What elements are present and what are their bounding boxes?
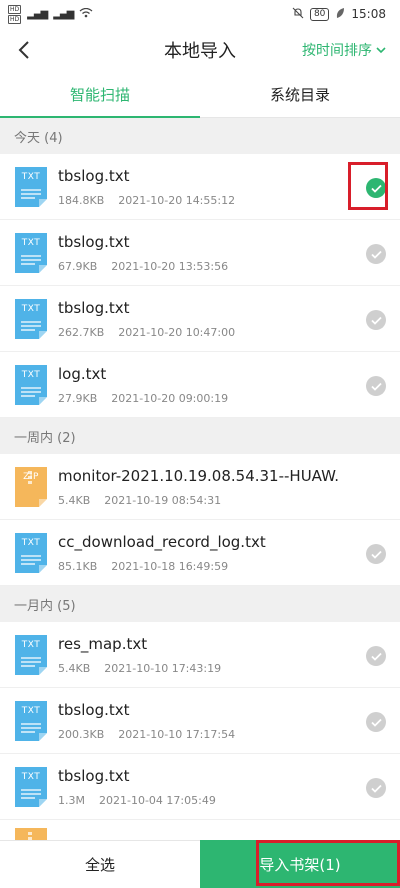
file-row[interactable]: TXT log.txt 27.9KB 2021-10-20 09:00:19 xyxy=(0,352,400,418)
file-meta: 200.3KB 2021-10-10 17:17:54 xyxy=(58,728,235,741)
file-type-label: TXT xyxy=(21,304,41,314)
file-row[interactable]: TXT cc_download_record_log.txt 85.1KB 2021-… xyxy=(0,520,400,586)
txt-file-icon: TXT xyxy=(15,701,47,741)
file-size: 5.4KB xyxy=(58,662,91,675)
chevron-left-icon xyxy=(18,41,29,59)
file-meta: 85.1KB 2021-10-18 16:49:59 xyxy=(58,560,228,573)
clock-time: 15:08 xyxy=(351,7,386,21)
file-size: 67.9KB xyxy=(58,260,98,273)
txt-file-icon: TXT xyxy=(15,767,47,807)
file-row[interactable]: TXT tbslog.txt 184.8KB 2021-10-20 14:55:12 xyxy=(0,154,400,220)
leaf-icon xyxy=(335,7,345,22)
file-meta: 5.4KB 2021-10-10 17:43:19 xyxy=(58,662,221,675)
battery-icon: 80 xyxy=(309,7,330,21)
file-date: 2021-10-20 09:00:19 xyxy=(111,392,229,405)
signal-icon-2: ▂▄▆ xyxy=(53,8,74,20)
app-header: 本地导入 按时间排序 xyxy=(0,28,400,72)
file-meta: 27.9KB 2021-10-20 09:00:19 xyxy=(58,392,228,405)
file-size: 5.4KB xyxy=(58,494,91,507)
file-size: 1.3M xyxy=(58,794,85,807)
unchecked-icon[interactable] xyxy=(366,376,386,396)
back-button[interactable] xyxy=(8,34,40,66)
file-row[interactable]: TXT res_map.txt 5.4KB 2021-10-10 17:43:19 xyxy=(0,622,400,688)
import-to-shelf-button[interactable]: 导入书架(1) xyxy=(200,840,400,888)
file-name: cc_download_record_log.txt xyxy=(58,533,266,551)
file-date: 2021-10-20 14:55:12 xyxy=(118,194,236,207)
unchecked-icon[interactable] xyxy=(366,544,386,564)
file-name: tbslog.txt xyxy=(58,701,130,719)
file-row[interactable]: TXT tbslog.txt 200.3KB 2021-10-10 17:17:54 xyxy=(0,688,400,754)
signal-icon: ▂▄▆ xyxy=(27,8,48,20)
file-meta: 5.4KB 2021-10-19 08:54:31 xyxy=(58,494,221,507)
file-name: tbslog.txt xyxy=(58,299,130,317)
file-size: 85.1KB xyxy=(58,560,98,573)
file-type-label: TXT xyxy=(21,172,41,182)
tab-bar: 智能扫描 系统目录 xyxy=(0,72,400,118)
file-date: 2021-10-04 17:05:49 xyxy=(98,794,216,807)
sort-label: 按时间排序 xyxy=(302,43,372,59)
unchecked-icon[interactable] xyxy=(366,310,386,330)
unchecked-icon[interactable] xyxy=(366,646,386,666)
file-date: 2021-10-18 16:49:59 xyxy=(111,560,229,573)
unchecked-icon[interactable] xyxy=(366,778,386,798)
file-size: 184.8KB xyxy=(58,194,105,207)
import-label: 导入书架(1) xyxy=(259,855,341,874)
file-row[interactable]: TXT tbslog.txt 1.3M 2021-10-04 17:05:49 xyxy=(0,754,400,820)
section-header: 一月内 (5) xyxy=(0,586,400,622)
chevron-down-icon xyxy=(376,47,386,54)
section-header: 一周内 (2) xyxy=(0,418,400,454)
txt-file-icon: TXT xyxy=(15,233,47,273)
file-date: 2021-10-20 13:53:56 xyxy=(111,260,229,273)
file-row-partial[interactable] xyxy=(0,820,400,840)
file-name: tbslog.txt xyxy=(58,233,130,251)
file-date: 2021-10-10 17:17:54 xyxy=(118,728,236,741)
file-row[interactable]: TXT tbslog.txt 262.7KB 2021-10-20 10:47:00 xyxy=(0,286,400,352)
status-bar: HD HD ▂▄▆ ▂▄▆ 80 15:08 xyxy=(0,0,400,28)
sort-button[interactable]: 按时间排序 xyxy=(302,40,386,60)
mute-icon xyxy=(292,7,304,22)
txt-file-icon: TXT xyxy=(15,365,47,405)
select-all-button[interactable]: 全选 xyxy=(0,840,200,888)
file-meta: 1.3M 2021-10-04 17:05:49 xyxy=(58,794,216,807)
file-type-label: TXT xyxy=(21,706,41,716)
tab-smart-scan[interactable]: 智能扫描 xyxy=(0,72,200,118)
file-type-label: TXT xyxy=(21,238,41,248)
txt-file-icon: TXT xyxy=(15,635,47,675)
hd-indicator: HD HD xyxy=(8,4,22,24)
wifi-icon xyxy=(79,7,93,21)
file-name: tbslog.txt xyxy=(58,767,130,785)
file-type-label: TXT xyxy=(21,370,41,380)
txt-file-icon: TXT xyxy=(15,533,47,573)
file-name: tbslog.txt xyxy=(58,167,130,185)
file-name: log.txt xyxy=(58,365,107,383)
zip-file-icon: ZIP xyxy=(15,467,47,507)
file-date: 2021-10-20 10:47:00 xyxy=(118,326,236,339)
txt-file-icon: TXT xyxy=(15,299,47,339)
file-size: 27.9KB xyxy=(58,392,98,405)
file-date: 2021-10-10 17:43:19 xyxy=(104,662,222,675)
file-row[interactable]: TXT tbslog.txt 67.9KB 2021-10-20 13:53:56 xyxy=(0,220,400,286)
file-type-label: TXT xyxy=(21,772,41,782)
file-size: 262.7KB xyxy=(58,326,105,339)
file-type-label: TXT xyxy=(21,640,41,650)
section-header: 今天 (4) xyxy=(0,118,400,154)
file-type-label: TXT xyxy=(21,538,41,548)
file-meta: 262.7KB 2021-10-20 10:47:00 xyxy=(58,326,235,339)
unchecked-icon[interactable] xyxy=(366,244,386,264)
unchecked-icon[interactable] xyxy=(366,712,386,732)
file-date: 2021-10-19 08:54:31 xyxy=(104,494,222,507)
file-meta: 67.9KB 2021-10-20 13:53:56 xyxy=(58,260,228,273)
file-meta: 184.8KB 2021-10-20 14:55:12 xyxy=(58,194,235,207)
file-size: 200.3KB xyxy=(58,728,105,741)
tab-system-directory[interactable]: 系统目录 xyxy=(200,72,400,117)
file-type-label: ZIP xyxy=(23,472,39,482)
txt-file-icon: TXT xyxy=(15,167,47,207)
file-name: res_map.txt xyxy=(58,635,148,653)
file-list[interactable]: 今天 (4) TXT tbslog.txt 184.8KB 2021-10-20 14:… xyxy=(0,118,400,840)
file-row[interactable]: ZIP monitor-2021.10.19.08.54.31--HUAW... 5… xyxy=(0,454,400,520)
bottom-bar: 全选 导入书架(1) xyxy=(0,840,400,888)
file-name: monitor-2021.10.19.08.54.31--HUAW... xyxy=(58,467,338,485)
highlight-box xyxy=(348,162,388,210)
zip-file-icon xyxy=(15,828,47,840)
